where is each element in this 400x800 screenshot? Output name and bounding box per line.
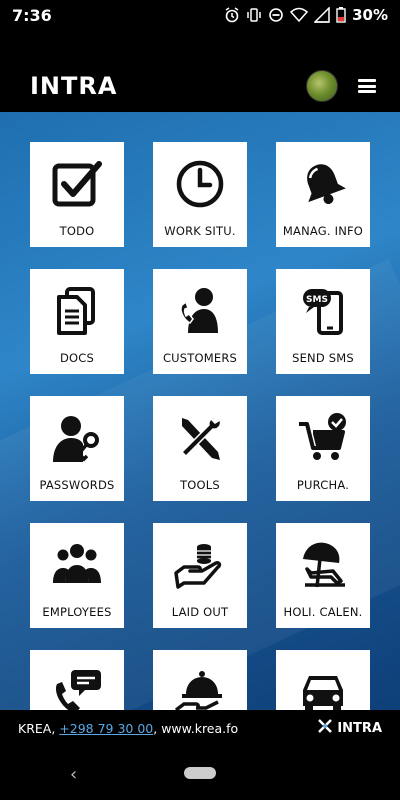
tile-phone-chat[interactable] <box>30 650 124 710</box>
food-cloche-icon <box>153 666 247 710</box>
tile-car[interactable] <box>276 650 370 710</box>
header-actions <box>306 70 376 102</box>
checkbox-icon <box>30 158 124 210</box>
cart-check-icon <box>276 412 370 464</box>
beach-umbrella-icon <box>276 539 370 591</box>
sms-phone-icon: SMS <box>276 285 370 337</box>
back-icon[interactable]: ‹ <box>70 764 77 785</box>
tile-employees[interactable]: EMPLOYEES <box>30 523 124 628</box>
tile-label: PASSWORDS <box>39 478 115 492</box>
tile-send-sms[interactable]: SMS SEND SMS <box>276 269 370 374</box>
customer-phone-icon <box>153 285 247 337</box>
tile-label: HOLI. CALEN. <box>283 605 363 619</box>
navigation-bar: ‹ <box>0 746 400 800</box>
signal-icon <box>314 7 330 23</box>
footer-company: KREA, <box>18 720 60 736</box>
car-icon <box>276 666 370 710</box>
bell-icon <box>276 158 370 210</box>
footer: KREA, +298 79 30 00, www.krea.fo INTRA <box>0 710 400 746</box>
tile-label: PURCHA. <box>296 478 350 492</box>
documents-icon <box>30 285 124 337</box>
app-header: INTRA <box>0 60 400 112</box>
tile-tools[interactable]: TOOLS <box>153 396 247 501</box>
tile-label: TOOLS <box>180 478 220 492</box>
clock-icon <box>153 158 247 210</box>
tile-grid: TODO WORK SITU. MANAG. INFO DOCS CUSTOME… <box>0 112 400 710</box>
tile-label: CUSTOMERS <box>162 351 238 365</box>
tile-todo[interactable]: TODO <box>30 142 124 247</box>
tile-food[interactable] <box>153 650 247 710</box>
tools-icon <box>153 412 247 464</box>
tile-label: DOCS <box>59 351 95 365</box>
status-bar: 7:36 30% <box>0 0 400 30</box>
group-icon <box>30 539 124 591</box>
user-avatar[interactable] <box>306 70 338 102</box>
hamburger-menu-icon[interactable] <box>358 79 376 93</box>
svg-text:SMS: SMS <box>306 295 328 305</box>
dnd-icon <box>268 7 284 23</box>
vibrate-icon <box>246 7 262 23</box>
battery-percent: 30% <box>352 6 388 24</box>
tile-passwords[interactable]: PASSWORDS <box>30 396 124 501</box>
tile-laid-out[interactable]: LAID OUT <box>153 523 247 628</box>
footer-phone-link[interactable]: +298 79 30 00 <box>59 721 153 736</box>
tile-work-situation[interactable]: WORK SITU. <box>153 142 247 247</box>
tile-label: LAID OUT <box>171 605 229 619</box>
tile-docs[interactable]: DOCS <box>30 269 124 374</box>
user-key-icon <box>30 412 124 464</box>
battery-icon <box>336 7 346 23</box>
footer-contact: KREA, +298 79 30 00, www.krea.fo <box>18 721 238 736</box>
footer-brand-label: INTRA <box>337 720 382 736</box>
app-title: INTRA <box>30 72 118 100</box>
tile-label: WORK SITU. <box>164 224 236 238</box>
footer-website: , www.krea.fo <box>153 720 239 736</box>
wifi-icon <box>290 7 309 23</box>
intra-logo-icon <box>317 718 333 738</box>
tile-customers[interactable]: CUSTOMERS <box>153 269 247 374</box>
tile-management-info[interactable]: MANAG. INFO <box>276 142 370 247</box>
coins-hand-icon <box>153 539 247 591</box>
tile-label: SEND SMS <box>292 351 354 365</box>
home-pill-icon[interactable] <box>184 767 216 779</box>
status-icons: 30% <box>224 6 388 24</box>
tile-holiday-calendar[interactable]: HOLI. CALEN. <box>276 523 370 628</box>
phone-chat-icon <box>30 666 124 710</box>
tile-label: EMPLOYEES <box>42 605 112 619</box>
tile-purchases[interactable]: PURCHA. <box>276 396 370 501</box>
status-time: 7:36 <box>12 5 52 25</box>
footer-brand: INTRA <box>317 718 382 738</box>
tile-label: TODO <box>59 224 95 238</box>
tile-label: MANAG. INFO <box>282 224 364 238</box>
alarm-icon <box>224 7 240 23</box>
